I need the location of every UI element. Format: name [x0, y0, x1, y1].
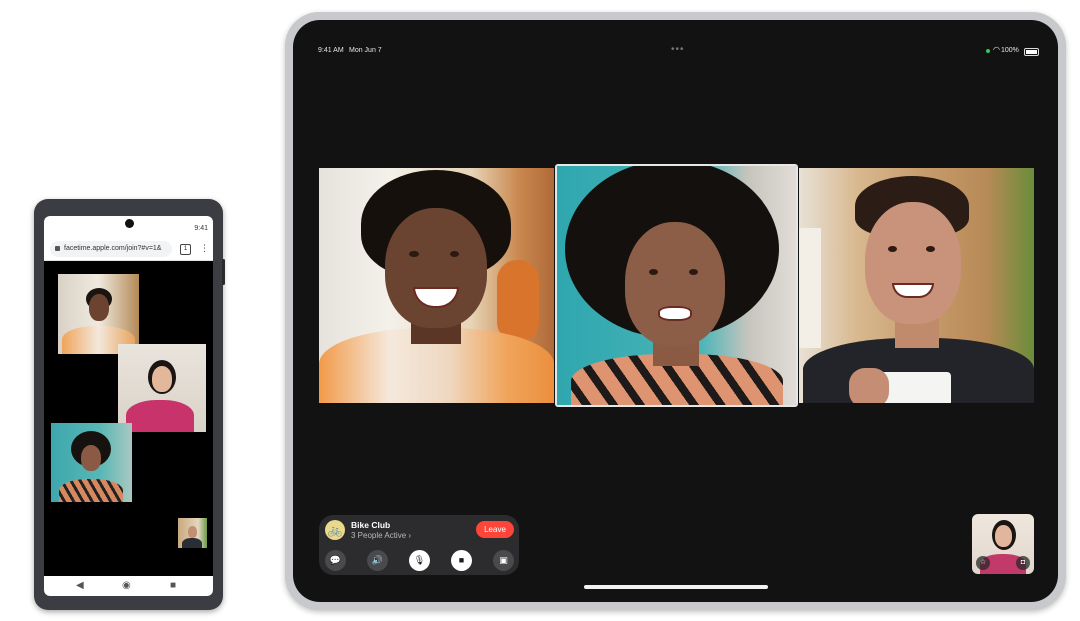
shareplay-icon[interactable]: ▣ — [493, 550, 514, 571]
url-text: facetime.apple.com/join?#v=1& — [64, 245, 162, 252]
participant-face — [81, 445, 101, 471]
camera-in-use-indicator — [986, 49, 990, 53]
volume-button — [222, 259, 225, 285]
video-tile[interactable] — [51, 423, 132, 502]
leave-button[interactable]: Leave — [476, 521, 514, 538]
facetime-control-panel: 🚲 Bike Club 3 People Active › Leave 💬 🔊 🎙 ■… — [319, 515, 519, 575]
messages-icon[interactable]: 💬 — [325, 550, 346, 571]
video-tile[interactable] — [799, 168, 1034, 403]
self-view-tile[interactable] — [178, 518, 207, 548]
front-camera — [124, 219, 134, 228]
participant-hand — [849, 368, 889, 403]
browser-toolbar: facetime.apple.com/join?#v=1& 1 ⋮ — [44, 238, 213, 261]
battery-icon — [1024, 48, 1039, 56]
participant-face — [89, 294, 109, 321]
video-tile[interactable] — [319, 168, 554, 403]
recents-icon[interactable]: ■ — [170, 580, 176, 591]
android-phone: 9:41 facetime.apple.com/join?#v=1& 1 ⋮ ◀… — [34, 199, 225, 610]
tab-count-button[interactable]: 1 — [180, 244, 191, 255]
home-indicator[interactable] — [584, 585, 768, 589]
status-time: 9:41 AM — [318, 47, 344, 54]
ipad-screen: 9:41 AM Mon Jun 7 ••• ◠ 100% 🚲 Bike Club… — [293, 20, 1058, 602]
address-bar[interactable]: facetime.apple.com/join?#v=1& — [50, 241, 172, 257]
participant-face — [385, 208, 487, 328]
participant-face — [625, 222, 725, 346]
video-tile[interactable] — [118, 344, 206, 432]
home-icon[interactable]: ◉ — [122, 580, 131, 591]
phone-status-time: 9:41 — [194, 225, 208, 232]
video-tile[interactable] — [58, 274, 139, 354]
flip-camera-icon[interactable]: ◘ — [1016, 556, 1030, 570]
participant-face — [865, 202, 961, 324]
orange-vase — [497, 260, 539, 342]
chevron-right-icon: › — [408, 531, 412, 540]
wifi-icon: ◠ — [993, 45, 1000, 54]
microphone-icon[interactable]: 🎙 — [409, 550, 430, 571]
bicycle-icon[interactable]: 🚲 — [325, 520, 345, 540]
more-vert-icon[interactable]: ⋮ — [200, 242, 209, 254]
phone-status-bar: 9:41 — [44, 216, 213, 238]
participant-shirt — [126, 400, 194, 432]
active-speaker-tile[interactable] — [555, 164, 798, 407]
effects-star-icon[interactable]: ☆ — [976, 556, 990, 570]
phone-screen: 9:41 facetime.apple.com/join?#v=1& 1 ⋮ ◀… — [44, 216, 213, 596]
back-icon[interactable]: ◀ — [76, 580, 84, 591]
participant-shirt — [59, 479, 123, 502]
people-active[interactable]: 3 People Active › — [351, 531, 411, 540]
window-light — [799, 228, 821, 348]
lock-icon — [55, 246, 60, 251]
participant-face — [152, 366, 172, 392]
speaker-icon[interactable]: 🔊 — [367, 550, 388, 571]
self-view-tile[interactable]: ☆ ◘ — [972, 514, 1034, 574]
status-date: Mon Jun 7 — [349, 47, 382, 54]
android-nav-bar: ◀ ◉ ■ — [44, 576, 213, 596]
battery-percent: 100% — [1001, 47, 1019, 54]
video-camera-icon[interactable]: ■ — [451, 550, 472, 571]
group-name[interactable]: Bike Club — [351, 520, 390, 530]
multitasking-dots-icon[interactable]: ••• — [671, 44, 685, 55]
ipad-device: 9:41 AM Mon Jun 7 ••• ◠ 100% 🚲 Bike Club… — [285, 12, 1066, 610]
